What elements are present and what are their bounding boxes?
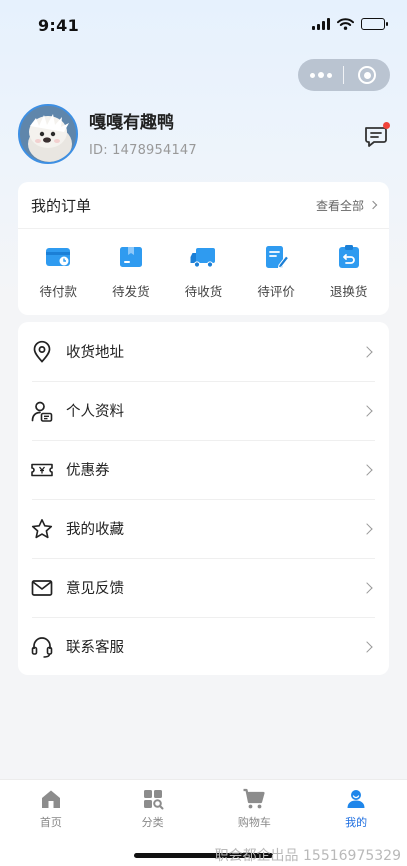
menu-item-label: 个人资料 xyxy=(66,404,124,420)
orders-card: 我的订单 查看全部 待付款 待发货 待收货 待评价 退换货 xyxy=(18,182,389,315)
miniprogram-capsule xyxy=(298,59,390,91)
view-all-orders-link[interactable]: 查看全部 xyxy=(315,197,378,214)
menu-item-coupons[interactable]: 优惠券 xyxy=(18,440,389,499)
menu-item-customer-service[interactable]: 联系客服 xyxy=(18,617,389,676)
order-status-to-ship[interactable]: 待发货 xyxy=(96,243,166,300)
menu-item-label: 收货地址 xyxy=(66,345,124,361)
order-status-to-review[interactable]: 待评价 xyxy=(241,243,311,300)
orders-header: 我的订单 查看全部 xyxy=(18,182,389,229)
user-icon xyxy=(347,790,365,808)
chevron-right-icon xyxy=(361,640,373,653)
watermark: 职会都企出品 15516975329 xyxy=(214,848,401,864)
order-status-label: 待发货 xyxy=(112,284,150,299)
location-pin-icon xyxy=(33,340,51,363)
menu-item-label: 我的收藏 xyxy=(66,522,124,538)
menu-card: 收货地址 个人资料 优惠券 我的收藏 意见反馈 联系客服 xyxy=(18,322,389,675)
order-status-pending-payment[interactable]: 待付款 xyxy=(23,243,93,300)
order-status-label: 待收货 xyxy=(184,284,223,299)
chevron-right-icon xyxy=(361,581,373,594)
order-status-label: 待评价 xyxy=(257,284,295,299)
orders-title: 我的订单 xyxy=(31,196,92,215)
order-status-to-receive[interactable]: 待收货 xyxy=(168,243,238,300)
status-icons xyxy=(312,18,388,30)
user-profile-icon xyxy=(31,401,53,422)
menu-item-label: 联系客服 xyxy=(66,640,124,656)
cart-icon xyxy=(243,788,265,809)
chevron-right-icon xyxy=(361,345,373,358)
tab-label: 购物车 xyxy=(237,816,271,829)
chevron-right-icon xyxy=(361,463,373,476)
message-button[interactable] xyxy=(362,122,390,150)
unread-badge xyxy=(383,122,390,129)
coupon-ticket-icon xyxy=(31,463,53,476)
battery-icon xyxy=(361,18,388,30)
tab-home[interactable]: 首页 xyxy=(0,780,102,866)
order-status-label: 待付款 xyxy=(39,284,78,299)
home-icon xyxy=(41,790,60,808)
menu-item-feedback[interactable]: 意见反馈 xyxy=(18,558,389,617)
cellular-signal-icon xyxy=(312,18,330,30)
wifi-icon xyxy=(337,18,354,30)
username: 嘎嘎有趣鸭 xyxy=(89,113,174,133)
order-status-label: 退换货 xyxy=(329,284,368,299)
menu-item-favorites[interactable]: 我的收藏 xyxy=(18,499,389,558)
menu-item-label: 意见反馈 xyxy=(66,581,124,597)
more-options-icon[interactable] xyxy=(298,59,343,91)
package-box-icon xyxy=(119,247,142,267)
menu-item-label: 优惠券 xyxy=(66,463,110,479)
tab-label: 首页 xyxy=(39,816,62,829)
status-bar: 9:41 xyxy=(0,0,407,52)
return-clipboard-icon xyxy=(338,245,359,268)
view-all-label: 查看全部 xyxy=(315,198,364,213)
chevron-right-icon xyxy=(368,200,378,210)
wallet-card-icon xyxy=(46,248,71,266)
avatar-image xyxy=(20,106,76,162)
tab-label: 分类 xyxy=(141,816,164,829)
mail-icon xyxy=(31,579,53,596)
delivery-truck-icon xyxy=(190,248,216,268)
status-time: 9:41 xyxy=(38,16,79,35)
headset-icon xyxy=(31,636,53,658)
order-status-returns[interactable]: 退换货 xyxy=(314,243,384,300)
star-icon xyxy=(31,518,53,538)
review-pen-icon xyxy=(266,246,290,269)
chevron-right-icon xyxy=(361,404,373,417)
menu-item-profile[interactable]: 个人资料 xyxy=(18,381,389,440)
user-id: ID: 1478954147 xyxy=(89,143,197,158)
close-miniprogram-icon[interactable] xyxy=(344,59,390,91)
category-grid-icon xyxy=(143,790,164,810)
tab-label: 我的 xyxy=(345,816,368,829)
avatar[interactable] xyxy=(18,104,78,164)
order-status-row: 待付款 待发货 待收货 待评价 退换货 xyxy=(18,229,389,300)
menu-item-shipping-address[interactable]: 收货地址 xyxy=(18,322,389,381)
chevron-right-icon xyxy=(361,522,373,535)
